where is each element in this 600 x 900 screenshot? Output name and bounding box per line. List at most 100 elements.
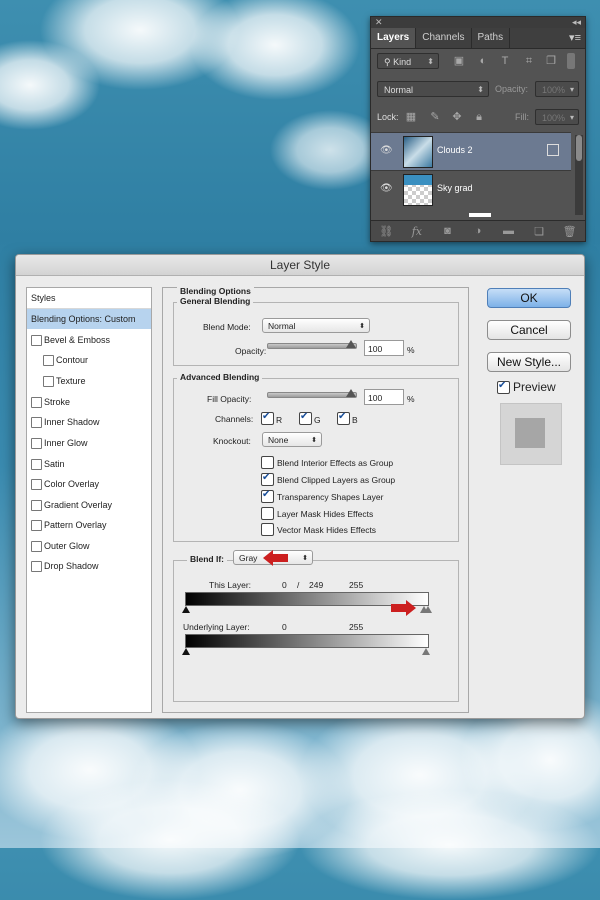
layer-opacity-input[interactable]: 100% ▾: [535, 81, 579, 97]
style-label: Bevel & Emboss: [44, 335, 111, 345]
style-bevel-emboss[interactable]: Bevel & Emboss: [27, 330, 151, 350]
lock-position-icon[interactable]: ✥: [451, 111, 463, 123]
style-satin[interactable]: Satin: [27, 454, 151, 474]
filter-shape-icon[interactable]: ⌗: [523, 55, 535, 67]
layers-scrollbar[interactable]: [575, 135, 583, 215]
delete-layer-icon[interactable]: 🗑︎: [563, 225, 577, 238]
layer-name: Clouds 2: [437, 145, 473, 155]
add-mask-icon[interactable]: ◙: [440, 225, 454, 237]
layer-thumbnail: [403, 136, 433, 168]
style-drop-shadow[interactable]: Drop Shadow: [27, 556, 151, 576]
adjustment-layer-icon[interactable]: ◑: [471, 225, 485, 237]
style-checkbox[interactable]: [31, 397, 42, 408]
lock-transparency-icon[interactable]: ▦: [405, 111, 417, 123]
style-gradient-overlay[interactable]: Gradient Overlay: [27, 495, 151, 515]
this-layer-white-slider-right[interactable]: [424, 606, 432, 613]
layer-thumbnail: [403, 174, 433, 206]
panel-titlebar: ✕ ◂◂: [371, 17, 585, 28]
style-pattern-overlay[interactable]: Pattern Overlay: [27, 515, 151, 535]
filter-smart-object-icon[interactable]: ❐: [545, 55, 557, 67]
blend-clipped-layers-checkbox[interactable]: [261, 472, 274, 486]
red-arrow-pointer-2: [391, 600, 416, 616]
channel-b-checkbox[interactable]: [337, 411, 350, 425]
filter-kind-select[interactable]: ⚲ Kind ⬍: [377, 53, 439, 69]
tab-channels[interactable]: Channels: [416, 28, 472, 48]
style-checkbox[interactable]: [31, 335, 42, 346]
filter-pixel-icon[interactable]: ▣: [453, 55, 465, 67]
blend-mode-select[interactable]: Normal ⬍: [262, 318, 370, 333]
channel-g-checkbox[interactable]: [299, 411, 312, 425]
style-checkbox[interactable]: [31, 561, 42, 572]
opacity-slider[interactable]: [267, 343, 357, 349]
tab-paths[interactable]: Paths: [472, 28, 511, 48]
style-checkbox[interactable]: [31, 417, 42, 428]
style-checkbox[interactable]: [43, 376, 54, 387]
fill-opacity-slider-handle[interactable]: [346, 389, 356, 397]
preview-checkbox[interactable]: [497, 380, 510, 394]
filter-adjustment-icon[interactable]: ◐: [477, 55, 489, 67]
search-icon: ⚲: [384, 57, 394, 67]
new-style-button[interactable]: New Style...: [487, 352, 571, 372]
layers-footer: ⛓ fx ◙ ◑ ▬ ❏ 🗑︎: [371, 220, 585, 241]
style-color-overlay[interactable]: Color Overlay: [27, 474, 151, 494]
panel-menu-icon[interactable]: ▾≡: [569, 31, 581, 44]
style-checkbox[interactable]: [31, 541, 42, 552]
visibility-eye-icon[interactable]: 👁︎: [380, 183, 394, 195]
close-icon[interactable]: ✕: [375, 17, 383, 28]
ok-button[interactable]: OK: [487, 288, 571, 308]
styles-header[interactable]: Styles: [27, 288, 151, 309]
layer-style-dialog: Layer Style Styles Blending Options: Cus…: [15, 254, 585, 719]
cancel-button[interactable]: Cancel: [487, 320, 571, 340]
link-layers-icon[interactable]: ⛓: [379, 225, 393, 238]
layer-blend-mode-select[interactable]: Normal ⬍: [377, 81, 489, 97]
style-checkbox[interactable]: [31, 438, 42, 449]
filter-toggle[interactable]: [567, 53, 575, 69]
opacity-input[interactable]: 100: [364, 340, 404, 356]
style-stroke[interactable]: Stroke: [27, 392, 151, 412]
vector-mask-hides-checkbox[interactable]: [261, 523, 274, 536]
opacity-slider-handle[interactable]: [346, 340, 356, 348]
lock-label: Lock:: [377, 112, 399, 122]
lock-all-icon[interactable]: 🔒︎: [473, 111, 485, 123]
layer-fill-value: 100%: [542, 113, 566, 123]
collapse-icon[interactable]: ◂◂: [572, 17, 581, 28]
style-checkbox[interactable]: [31, 459, 42, 470]
blend-interior-effects-checkbox[interactable]: [261, 456, 274, 469]
layers-panel: ✕ ◂◂ Layers Channels Paths ▾≡ ⚲ Kind ⬍ ▣ …: [370, 16, 586, 242]
visibility-eye-icon[interactable]: 👁︎: [380, 145, 394, 157]
style-checkbox[interactable]: [31, 479, 42, 490]
fill-opacity-input[interactable]: 100: [364, 389, 404, 405]
style-contour[interactable]: Contour: [27, 350, 151, 370]
channels-label: Channels:: [215, 414, 254, 424]
fill-opacity-slider[interactable]: [267, 392, 357, 398]
style-checkbox[interactable]: [31, 500, 42, 511]
new-group-icon[interactable]: ▬: [502, 225, 516, 237]
style-checkbox[interactable]: [31, 520, 42, 531]
layer-fill-input[interactable]: 100% ▾: [535, 109, 579, 125]
underlying-white-slider[interactable]: [422, 648, 430, 655]
layer-row-clouds-2[interactable]: 👁︎ Clouds 2: [371, 132, 571, 170]
underlying-high-value: 255: [349, 622, 364, 632]
this-layer-black-slider[interactable]: [182, 606, 190, 613]
style-texture[interactable]: Texture: [27, 371, 151, 391]
style-outer-glow[interactable]: Outer Glow: [27, 536, 151, 556]
underlying-black-slider[interactable]: [182, 648, 190, 655]
new-layer-icon[interactable]: ❏: [532, 225, 546, 238]
advanced-blending-title: Advanced Blending: [177, 372, 263, 382]
knockout-select[interactable]: None ⬍: [262, 432, 322, 447]
style-inner-glow[interactable]: Inner Glow: [27, 433, 151, 453]
style-blending-options[interactable]: Blending Options: Custom: [27, 309, 151, 329]
tab-layers[interactable]: Layers: [371, 28, 417, 48]
filter-type-icon[interactable]: T: [499, 55, 511, 67]
channel-r-checkbox[interactable]: [261, 411, 274, 425]
blend-clipped-layers-label: Blend Clipped Layers as Group: [277, 475, 396, 485]
layer-mask-hides-checkbox[interactable]: [261, 507, 274, 520]
transparency-shapes-checkbox[interactable]: [261, 489, 274, 503]
style-checkbox[interactable]: [43, 355, 54, 366]
layer-row-sky-grad[interactable]: 👁︎ Sky grad: [371, 170, 571, 208]
lock-pixels-icon[interactable]: ✎: [429, 111, 441, 123]
style-inner-shadow[interactable]: Inner Shadow: [27, 412, 151, 432]
channel-g-label: G: [314, 415, 321, 425]
fx-icon[interactable]: fx: [410, 225, 424, 238]
layer-name: Sky grad: [437, 183, 473, 193]
